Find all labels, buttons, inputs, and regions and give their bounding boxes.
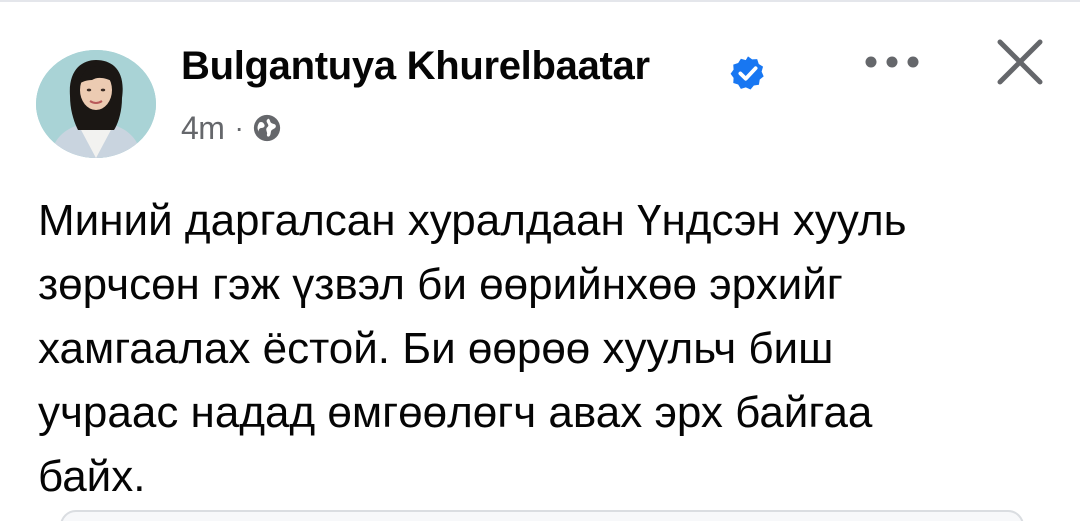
post-timestamp[interactable]: 4m [181, 110, 225, 147]
more-options-icon [865, 56, 919, 68]
post-text-line: хамгаалах ёстой. Би өөрөө хуульч биш [38, 324, 834, 373]
post-text-line: зөрчсөн гэж үзвэл би өөрийнхөө эрхийг [38, 260, 843, 309]
post-text-line: байх. [38, 452, 146, 501]
post-text-line: учраас надад өмгөөлөгч авах эрх байгаа [38, 388, 873, 437]
more-options-button[interactable] [856, 40, 928, 84]
post-meta: 4m · [181, 108, 282, 148]
meta-separator: · [234, 112, 244, 143]
post-body-text: Миний даргалсан хуралдаан Үндсэн хууль з… [38, 189, 1048, 509]
author-name[interactable]: Bulgantuya Khurelbaatar [181, 44, 650, 89]
close-button[interactable] [990, 32, 1050, 92]
close-icon [997, 39, 1043, 85]
verified-badge-icon [730, 56, 764, 90]
link-preview-card[interactable] [60, 510, 1024, 521]
globe-icon[interactable] [252, 113, 282, 143]
author-avatar[interactable] [36, 50, 156, 158]
top-divider [0, 0, 1080, 2]
avatar-photo [36, 50, 156, 158]
post-text-line: Миний даргалсан хуралдаан Үндсэн хууль [38, 196, 907, 245]
